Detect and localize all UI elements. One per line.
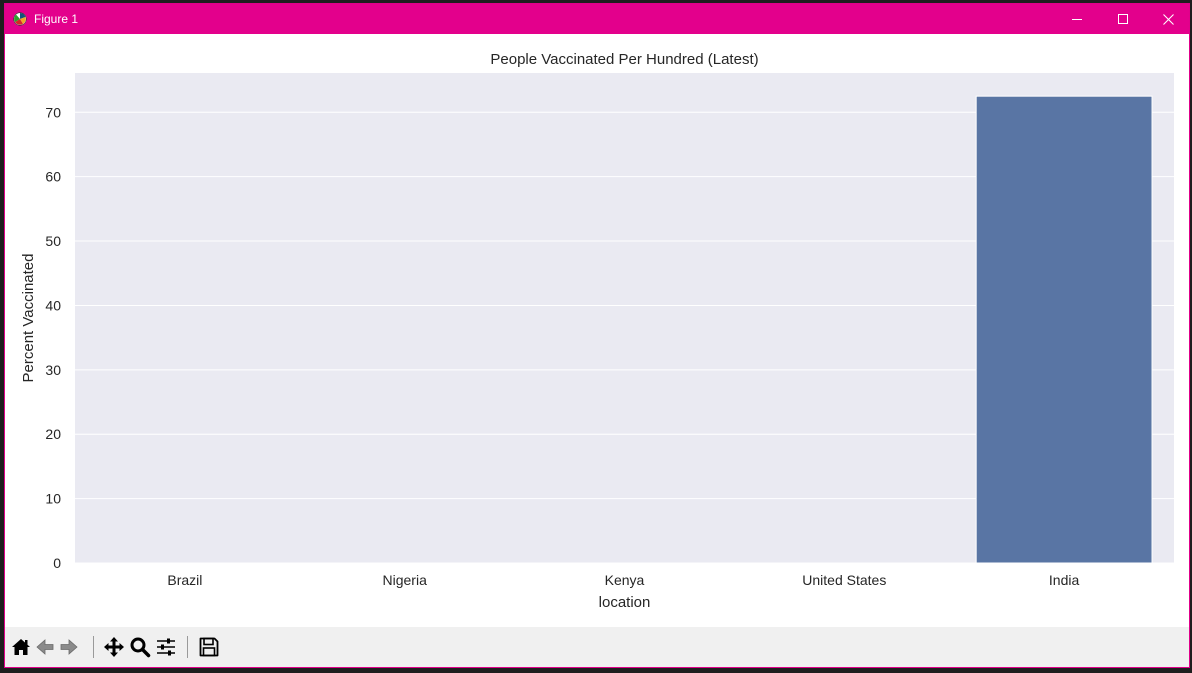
toolbar-separator: [187, 636, 188, 658]
close-icon: [1162, 13, 1174, 25]
figure-window: Figure 1 0 10 20 30 40 50 60 70 Brazil Nigeria Ken…: [4, 3, 1190, 668]
bar-chart: 0 10 20 30 40 50 60 70 Brazil Nigeria Kenya United …: [20, 51, 1174, 611]
bar: [975, 95, 1153, 564]
minimize-button[interactable]: [1054, 4, 1100, 34]
x-tick-label: Kenya: [605, 572, 645, 588]
home-icon: [12, 639, 30, 655]
figure-canvas[interactable]: 0 10 20 30 40 50 60 70 Brazil Nigeria Kenya United …: [5, 34, 1189, 627]
zoom-button[interactable]: [128, 635, 152, 659]
chart-title: People Vaccinated Per Hundred (Latest): [490, 51, 758, 68]
y-tick-label: 30: [45, 362, 61, 378]
y-tick-label: 50: [45, 233, 61, 249]
x-axis-label: location: [599, 594, 651, 611]
configure-subplots-button[interactable]: [154, 635, 178, 659]
maximize-icon: [1118, 14, 1128, 24]
minimize-icon: [1072, 19, 1082, 20]
window-title: Figure 1: [34, 12, 79, 26]
home-button[interactable]: [9, 635, 33, 659]
y-tick-label: 10: [45, 491, 61, 507]
pan-button[interactable]: [102, 635, 126, 659]
close-button[interactable]: [1145, 4, 1189, 34]
title-bar[interactable]: Figure 1: [5, 4, 1189, 34]
x-tick-label: Nigeria: [383, 572, 428, 588]
save-button[interactable]: [197, 635, 221, 659]
y-tick-label: 60: [45, 169, 61, 185]
x-tick-label: Brazil: [167, 572, 202, 588]
matplotlib-logo-icon: [13, 12, 27, 26]
back-arrow-icon: [36, 639, 54, 655]
configure-subplots-icon: [157, 638, 175, 656]
x-tick-label: United States: [802, 572, 886, 588]
pan-icon: [104, 637, 124, 657]
forward-button[interactable]: [57, 635, 81, 659]
y-tick-label: 40: [45, 297, 61, 313]
y-tick-label: 20: [45, 426, 61, 442]
x-tick-label: India: [1049, 572, 1080, 588]
y-tick-label: 70: [45, 104, 61, 120]
forward-arrow-icon: [60, 639, 78, 655]
y-tick-label: 0: [53, 555, 61, 571]
maximize-button[interactable]: [1100, 4, 1146, 34]
save-icon: [199, 637, 219, 657]
navigation-toolbar: [5, 627, 1189, 667]
zoom-icon: [130, 637, 151, 658]
y-axis-label: Percent Vaccinated: [20, 254, 37, 383]
back-button[interactable]: [33, 635, 57, 659]
toolbar-separator: [93, 636, 94, 658]
